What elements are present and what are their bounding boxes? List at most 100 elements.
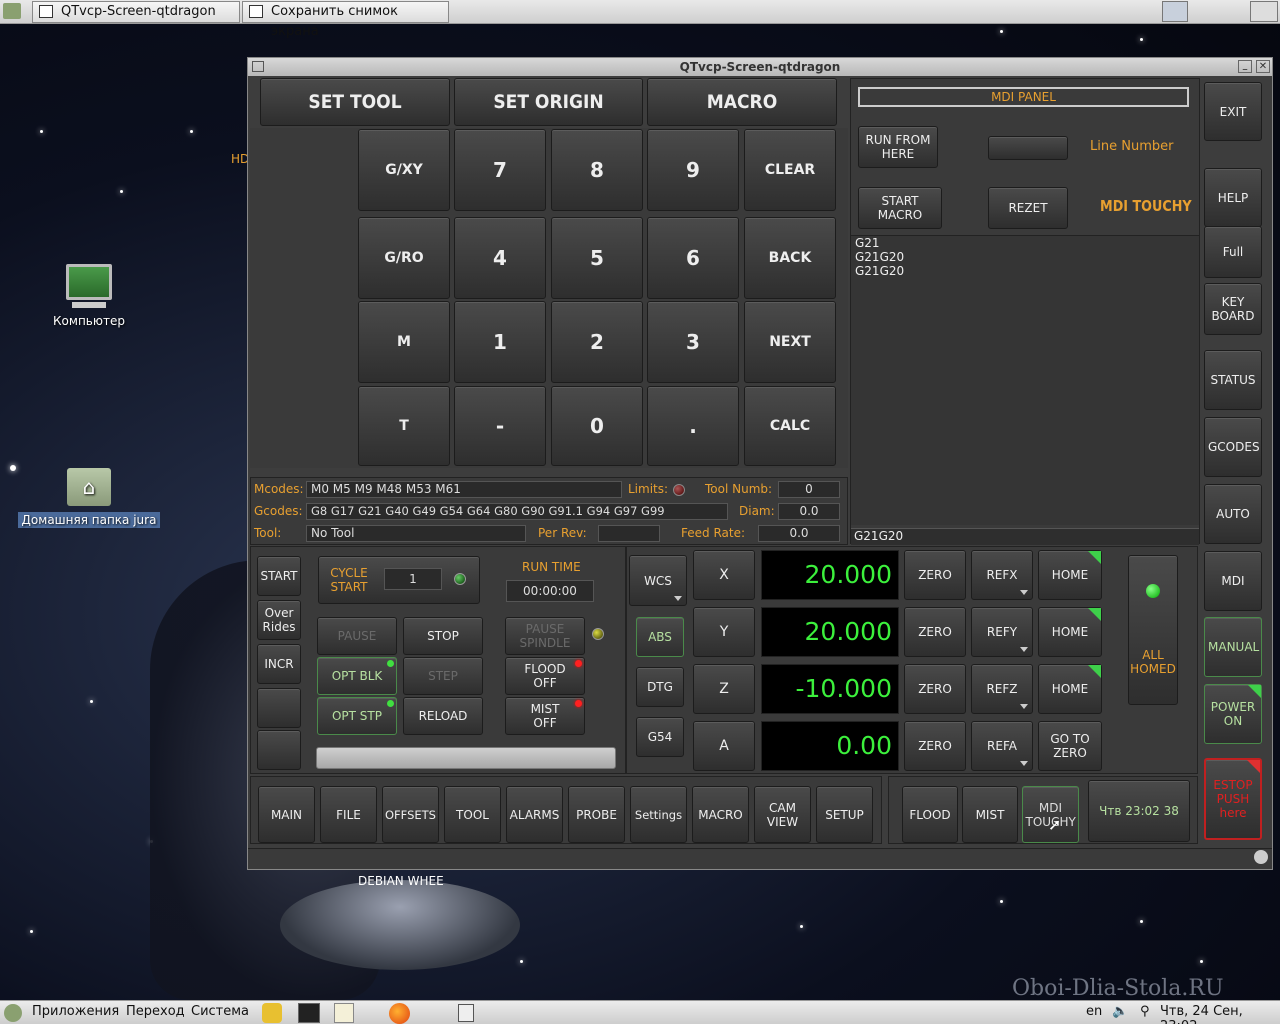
zero-z-button[interactable]: ZERO [904,664,966,714]
cycle-count-field[interactable]: 1 [384,568,442,590]
show-desktop-icon[interactable] [458,1004,474,1022]
side-blank-button-2[interactable] [257,730,301,770]
mdi-history-list[interactable] [851,235,1199,525]
tab-macro[interactable]: MACRO [647,78,837,126]
side-status-button[interactable]: STATUS [1204,350,1262,410]
step-button[interactable]: STEP [403,657,483,695]
abs-button[interactable]: ABS [636,617,684,657]
menu-places[interactable]: Переход [126,1004,185,1019]
volume-icon[interactable]: 🔈 [1112,1004,1128,1019]
opt-blk-button[interactable]: OPT BLK [317,657,397,695]
pause-spindle-button[interactable]: PAUSE SPINDLE [505,617,585,655]
mist-off-button[interactable]: MIST OFF [505,697,585,735]
opt-stp-button[interactable]: OPT STP [317,697,397,735]
dro-axis-z-button[interactable]: Z [693,664,755,714]
bottom-tab-probe[interactable]: PROBE [568,786,625,843]
launcher-firefox-icon[interactable] [389,1003,410,1024]
mdi-history-line[interactable]: G21G20 [855,264,904,278]
keypad-key-2-0[interactable]: M [358,301,450,383]
minimize-icon[interactable]: _ [1238,60,1252,73]
ref-x-button[interactable]: REFX [971,550,1033,600]
keypad-key-2-1[interactable]: 1 [454,301,546,383]
bottom-tab-macro[interactable]: MACRO [692,786,749,843]
mist-button[interactable]: MIST [962,786,1018,843]
home-z-button[interactable]: HOME [1038,664,1102,714]
keypad-key-3-0[interactable]: T [358,386,450,466]
side-power-on-button[interactable]: POWER ON [1204,684,1262,744]
side-full-button[interactable]: Full [1204,226,1262,278]
panel-clock[interactable]: Чтв, 24 Сен, 23:02 [1160,1004,1280,1024]
taskbar-item-screenshot[interactable]: Сохранить снимок экрана [242,1,449,39]
zero-a-button[interactable]: ZERO [904,721,966,771]
close-icon[interactable]: ✕ [1256,60,1270,73]
side-estop-push-here-button[interactable]: ESTOP PUSH here [1204,758,1262,840]
keypad-key-1-2[interactable]: 5 [551,217,643,299]
window-titlebar[interactable]: QTvcp-Screen-qtdragon _ ✕ [248,58,1272,76]
line-number-field[interactable] [988,136,1068,160]
run-from-here-button[interactable]: RUN FROM HERE [858,126,938,168]
debian-logo-icon[interactable] [4,1004,22,1022]
workspace-switcher-2[interactable] [1250,1,1278,22]
side-help-button[interactable]: HELP [1204,168,1262,227]
home-a-button[interactable]: GO TO ZERO [1038,721,1102,771]
keypad-key-1-4[interactable]: BACK [744,217,836,299]
workspace-switcher-1[interactable] [1162,1,1188,22]
start-macro-button[interactable]: START MACRO [858,187,942,229]
menu-icon[interactable] [3,3,21,19]
dro-axis-y-button[interactable]: Y [693,607,755,657]
incr-button[interactable]: INCR [257,644,301,684]
flood-button[interactable]: FLOOD [902,786,958,843]
taskbar-item-qtdragon[interactable]: QTvcp-Screen-qtdragon [32,1,240,23]
keypad-key-1-3[interactable]: 6 [647,217,739,299]
mdi-history-line[interactable]: G21G20 [855,250,904,264]
bottom-tab-setup[interactable]: SETUP [816,786,873,843]
start-button[interactable]: START [257,556,301,596]
ref-y-button[interactable]: REFY [971,607,1033,657]
side-key-board-button[interactable]: KEY BOARD [1204,283,1262,335]
network-icon[interactable]: ⚲ [1140,1004,1150,1019]
menu-applications[interactable]: Приложения [32,1004,119,1019]
g54-button[interactable]: G54 [636,717,684,757]
bottom-tab-offsets[interactable]: OFFSETS [382,786,439,843]
tab-set-tool[interactable]: SET TOOL [260,78,450,126]
keypad-key-2-3[interactable]: 3 [647,301,739,383]
keypad-key-0-1[interactable]: 7 [454,129,546,211]
menu-system[interactable]: Система [191,1004,249,1019]
keypad-key-2-2[interactable]: 2 [551,301,643,383]
zero-y-button[interactable]: ZERO [904,607,966,657]
keypad-key-1-0[interactable]: G/RO [358,217,450,299]
desktop-icon-computer[interactable]: Компьютер [48,264,130,328]
window-menu-icon[interactable] [252,61,264,72]
launcher-terminal-icon[interactable] [298,1003,320,1023]
tab-set-origin[interactable]: SET ORIGIN [454,78,643,126]
dtg-button[interactable]: DTG [636,667,684,707]
ref-a-button[interactable]: REFA [971,721,1033,771]
side-auto-button[interactable]: AUTO [1204,484,1262,544]
dro-axis-a-button[interactable]: A [693,721,755,771]
zero-x-button[interactable]: ZERO [904,550,966,600]
side-blank-button-1[interactable] [257,688,301,728]
launcher-tux-icon[interactable] [262,1003,282,1023]
bottom-tab-alarms[interactable]: ALARMS [506,786,563,843]
ref-z-button[interactable]: REFZ [971,664,1033,714]
flood-off-button[interactable]: FLOOD OFF [505,657,585,695]
keypad-key-0-3[interactable]: 9 [647,129,739,211]
mdi-history-line[interactable]: G21 [855,236,904,250]
overrides-button[interactable]: Over Rides [257,600,301,640]
keypad-key-3-1[interactable]: - [454,386,546,466]
keypad-key-0-0[interactable]: G/XY [358,129,450,211]
home-x-button[interactable]: HOME [1038,550,1102,600]
pause-button[interactable]: PAUSE [317,617,397,655]
dro-axis-x-button[interactable]: X [693,550,755,600]
bottom-tab-cam-view[interactable]: CAM VIEW [754,786,811,843]
side-mdi-button[interactable]: MDI [1204,551,1262,611]
bottom-tab-file[interactable]: FILE [320,786,377,843]
keypad-key-0-2[interactable]: 8 [551,129,643,211]
bottom-tab-tool[interactable]: TOOL [444,786,501,843]
reload-button[interactable]: RELOAD [403,697,483,735]
bottom-tab-settings[interactable]: Settings [630,786,687,843]
settings-icon[interactable] [1254,850,1268,864]
keypad-key-1-1[interactable]: 4 [454,217,546,299]
keyboard-layout[interactable]: en [1086,1004,1102,1019]
keypad-key-3-2[interactable]: 0 [551,386,643,466]
